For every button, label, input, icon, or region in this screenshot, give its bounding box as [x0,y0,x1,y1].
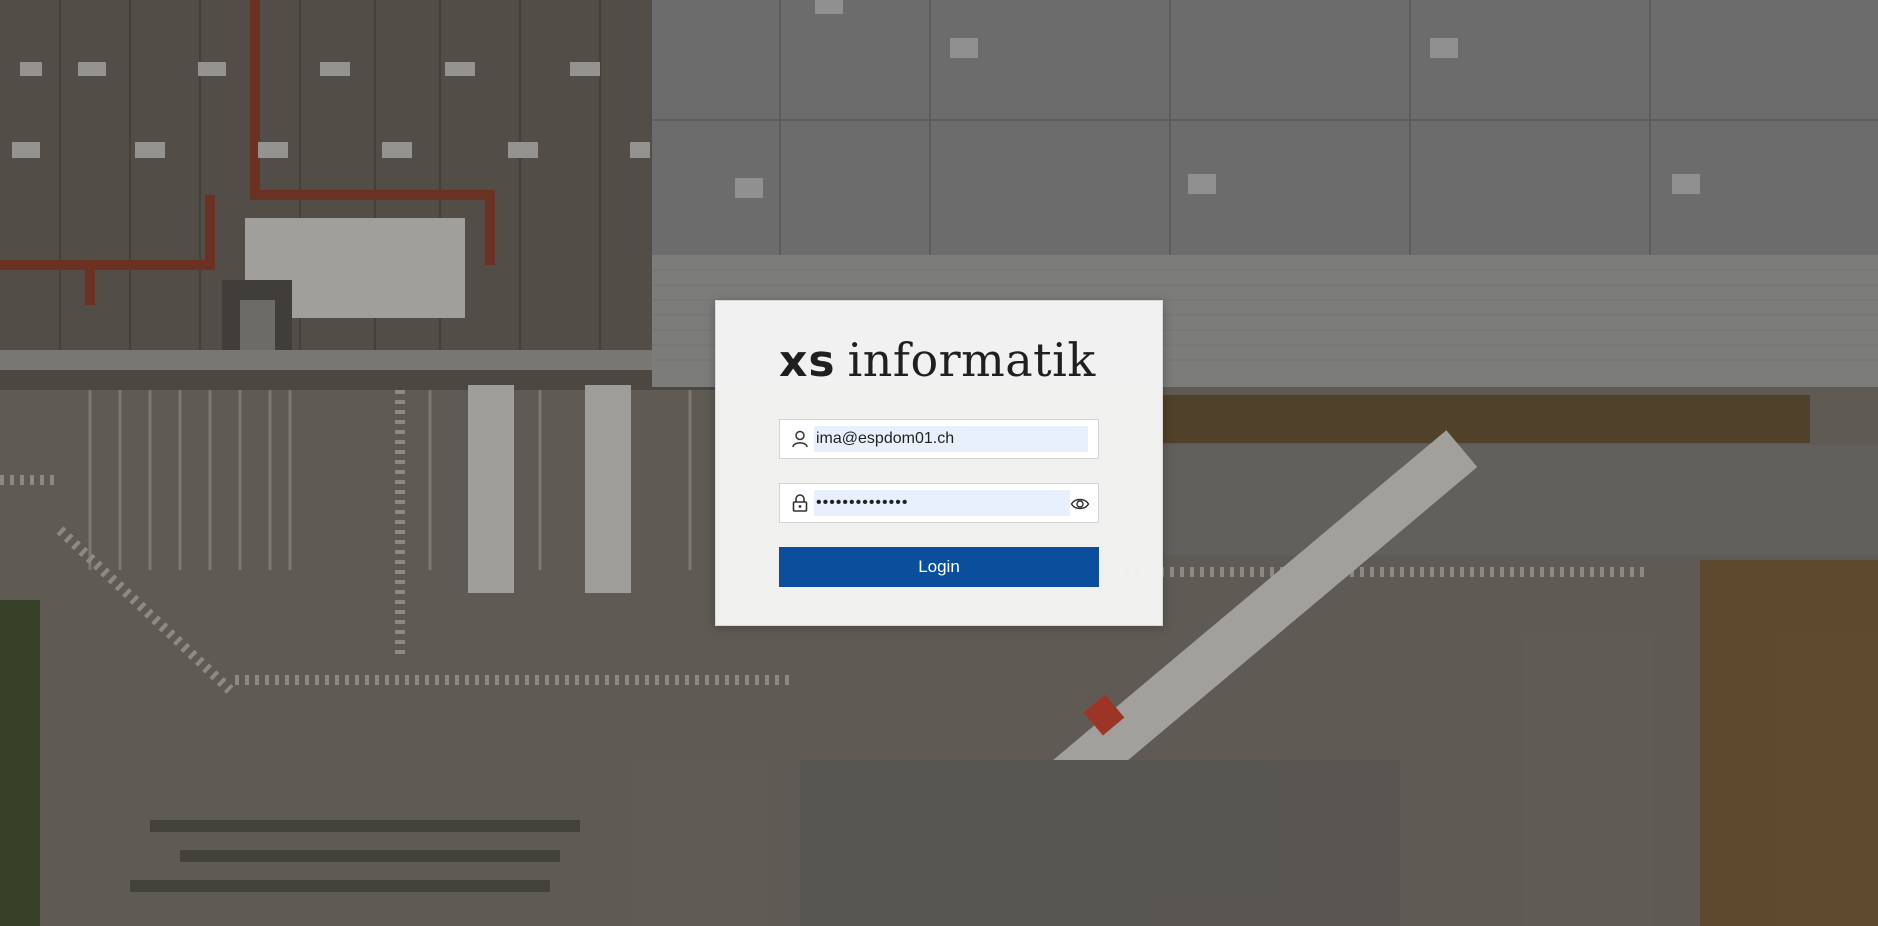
logo-name: informatik [847,333,1096,387]
password-input[interactable]: •••••••••••••• [814,490,1070,516]
login-button[interactable]: Login [779,547,1099,587]
eye-icon[interactable] [1070,494,1090,514]
username-field[interactable]: ima@espdom01.ch [779,419,1099,459]
login-card: xs informatik ima@espdom01.ch ••••••••••… [715,300,1163,626]
lock-icon [792,494,808,512]
company-logo: xs informatik [779,333,1101,387]
logo-prefix: xs [779,336,836,387]
password-field[interactable]: •••••••••••••• [779,483,1099,523]
user-icon [792,430,808,448]
username-input[interactable]: ima@espdom01.ch [814,426,1088,452]
